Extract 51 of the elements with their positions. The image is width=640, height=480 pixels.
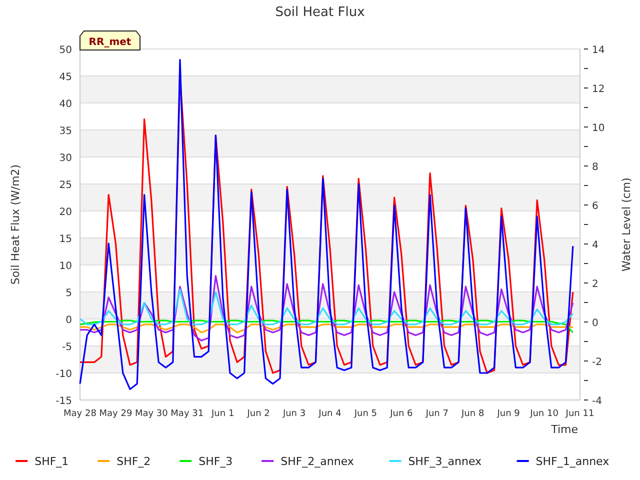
x-tick-label: May 29 [99, 409, 132, 419]
y-tick-label: 30 [59, 153, 72, 164]
right-tick-label: -2 [592, 357, 602, 368]
x-tick-label: May 30 [134, 409, 168, 419]
legend-label: SHF_1_annex [536, 455, 610, 468]
x-tick-label: Jun 3 [282, 409, 306, 419]
x-tick-label: Jun 4 [318, 409, 342, 419]
right-tick-label: 4 [592, 240, 598, 251]
x-axis-label: Time [551, 423, 578, 436]
chart-title: Soil Heat Flux [275, 5, 365, 20]
y-tick-label: 45 [59, 72, 72, 83]
badge-background [80, 30, 140, 50]
y-tick-label: 50 [59, 45, 72, 56]
right-tick-label: 8 [592, 162, 598, 173]
legend-label: SHF_2 [116, 455, 151, 468]
badge-label: RR_met [88, 37, 132, 48]
right-tick-label: 2 [592, 279, 598, 290]
x-tick-label: Jun 5 [354, 409, 378, 419]
y-tick-label: 10 [59, 261, 72, 272]
y-axis-label: Soil Heat Flux (W/m2) [9, 164, 22, 285]
x-tick-label: Jun 2 [247, 409, 270, 419]
y-tick-label: -10 [56, 369, 72, 380]
x-tick-label: Jun 9 [497, 409, 520, 419]
y-tick-label: 0 [66, 315, 72, 326]
x-tick-label: Jun 10 [530, 409, 558, 419]
x-tick-label: May 31 [170, 409, 204, 419]
right-tick-label: 14 [592, 45, 605, 56]
y-tick-label: 35 [59, 126, 72, 137]
y-tick-label: -5 [62, 342, 72, 353]
right-tick-label: 12 [592, 84, 605, 95]
y-tick-label: 20 [59, 207, 72, 218]
y-tick-label: 5 [66, 288, 72, 299]
right-tick-label: 0 [592, 318, 598, 329]
y-tick-label: 15 [59, 234, 72, 245]
y-tick-label: 40 [59, 99, 72, 110]
x-tick-label: Jun 8 [462, 409, 484, 419]
legend-label: SHF_1 [34, 455, 69, 468]
right-axis-label: Water Level (cm) [620, 178, 633, 272]
y-tick-label: 25 [59, 180, 72, 191]
x-tick-label: Jun 11 [566, 409, 594, 419]
legend-label: SHF_2_annex [280, 455, 354, 468]
y-tick-label: -15 [56, 396, 72, 407]
x-tick-label: Jun 7 [426, 409, 448, 419]
legend-label: SHF_3_annex [408, 455, 482, 468]
legend-label: SHF_3 [198, 455, 233, 468]
x-tick-label: Jun 6 [390, 409, 413, 419]
right-tick-label: 6 [592, 201, 598, 212]
right-tick-label: 10 [592, 123, 605, 134]
right-tick-label: -4 [592, 396, 602, 407]
x-tick-label: May 28 [64, 409, 96, 419]
x-tick-label: Jun 1 [212, 409, 234, 419]
